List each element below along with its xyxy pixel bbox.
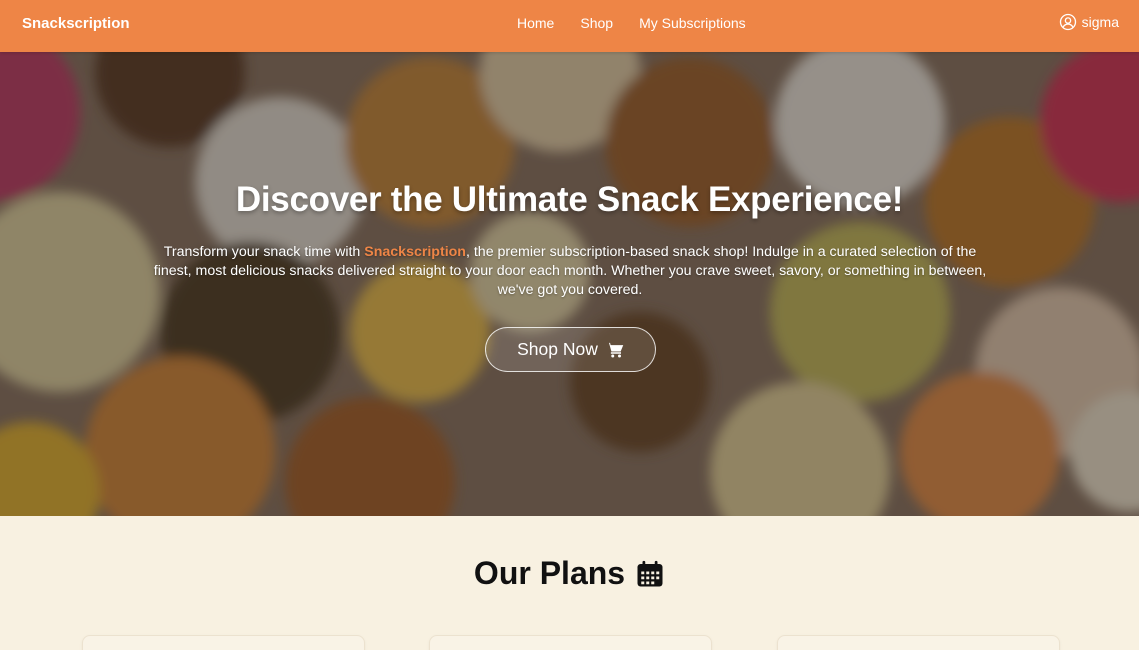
user-menu[interactable]: sigma [1059, 13, 1119, 31]
hero-title: Discover the Ultimate Snack Experience! [235, 180, 904, 219]
cart-icon [605, 342, 624, 357]
username: sigma [1081, 14, 1119, 30]
plan-card[interactable] [429, 635, 712, 650]
plan-card[interactable] [82, 635, 365, 650]
navbar: Snackscription Home Shop My Subscription… [0, 0, 1139, 52]
brand-logo[interactable]: Snackscription [22, 15, 130, 32]
shop-now-label: Shop Now [517, 339, 598, 359]
plans-heading: Our Plans [0, 555, 1139, 592]
nav-link-shop[interactable]: Shop [580, 15, 613, 31]
plan-card[interactable] [777, 635, 1060, 650]
nav-links: Home Shop My Subscriptions [517, 15, 772, 31]
nav-link-home[interactable]: Home [517, 15, 554, 31]
hero-description: Transform your snack time with Snackscri… [150, 243, 990, 300]
hero-text-start: Transform your snack time with [163, 244, 365, 260]
nav-link-my-subscriptions[interactable]: My Subscriptions [639, 15, 746, 31]
calendar-icon [637, 560, 663, 586]
hero-brand-highlight: Snackscription [364, 244, 466, 260]
hero-section: Discover the Ultimate Snack Experience! … [0, 52, 1139, 516]
user-circle-icon [1059, 13, 1076, 31]
shop-now-button[interactable]: Shop Now [485, 327, 656, 372]
plans-title: Our Plans [473, 555, 626, 591]
